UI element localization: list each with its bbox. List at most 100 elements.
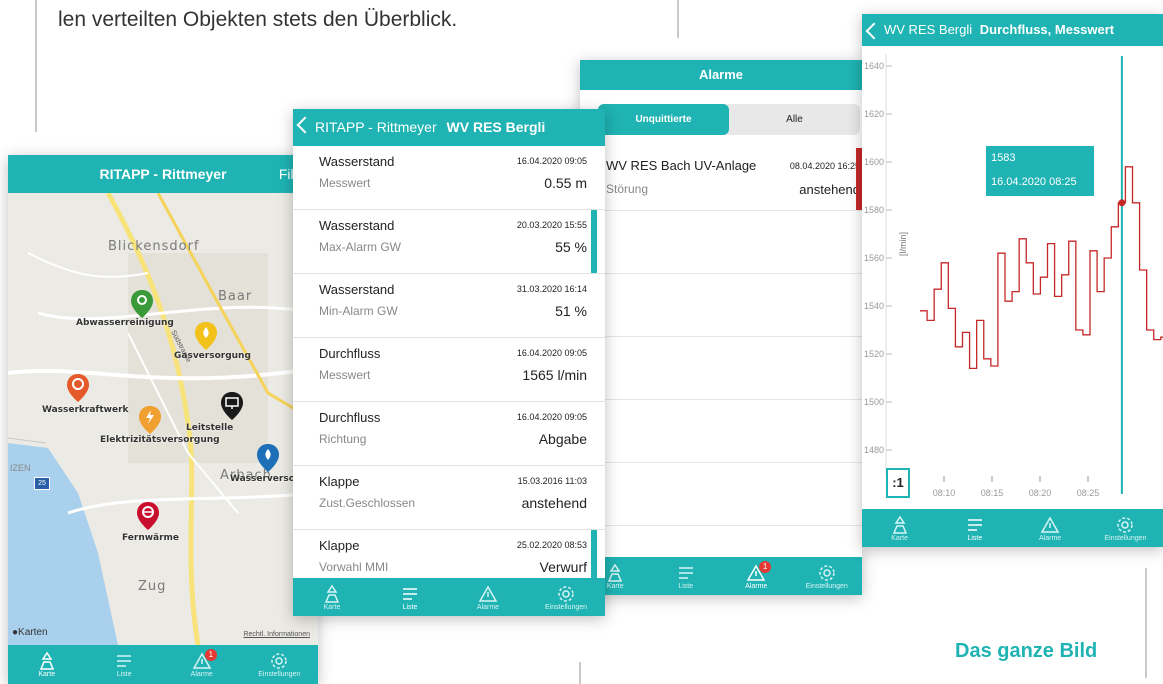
item-time: 16.04.2020 09:05	[516, 348, 587, 358]
tab-liste[interactable]: Liste	[86, 645, 164, 684]
item-value: anstehend	[521, 495, 587, 511]
tab-label: Liste	[116, 671, 132, 678]
back-chevron-icon[interactable]	[865, 22, 883, 40]
pin-leitstelle[interactable]	[220, 391, 244, 426]
tab-alarme[interactable]: Alarme 1	[163, 645, 241, 684]
tab-karte[interactable]: Karte	[8, 645, 86, 684]
maps-attribution: ●Karten	[12, 627, 48, 638]
item-value: 1565 l/min	[522, 367, 587, 383]
pin-label: Gasversorgung	[174, 351, 251, 361]
datapoint-list[interactable]: Wasserstand 16.04.2020 09:05 Messwert 0.55 …	[293, 146, 605, 578]
tab-label: Liste	[402, 603, 418, 611]
gear-icon	[819, 564, 835, 581]
y-tick-label: 1540	[864, 301, 884, 311]
list-item[interactable]: Wasserstand 20.03.2020 15:55 Max-Alarm GW 5…	[293, 210, 605, 274]
chart-title: Durchfluss, Messwert	[979, 22, 1115, 37]
alarm-time: 08.04.2020 16:25	[789, 161, 860, 171]
item-subtitle: Messwert	[319, 368, 371, 382]
tab-liste[interactable]: Liste	[371, 578, 449, 616]
x-tick-label: 08:25	[1077, 488, 1100, 498]
item-subtitle: Vorwahl MMI	[319, 560, 389, 574]
alarm-sub: Störung	[606, 182, 649, 196]
list-header: RITAPP - Rittmeyer WV RES Bergli	[293, 109, 605, 146]
maps-brand-label: Karten	[18, 627, 48, 638]
tab-alarme[interactable]: Alarme	[1013, 509, 1088, 547]
alarm-badge: 1	[759, 561, 772, 573]
tab-bar: Karte Liste Alarme 1 Einstellungen	[580, 557, 862, 595]
list-item[interactable]: Wasserstand 31.03.2020 16:14 Min-Alarm GW 5…	[293, 274, 605, 338]
tab-label: Karte	[38, 671, 56, 678]
link-icon	[131, 290, 153, 318]
list-icon	[967, 518, 982, 531]
alarm-state: anstehend	[799, 182, 860, 197]
list-item[interactable]: Klappe 25.02.2020 08:53 Vorwahl MMI Verwurf	[293, 530, 605, 578]
flow-chart[interactable]: 1480 1500 1520 1540 1560 1580 1600 1620 1640 [l/m…	[862, 46, 1163, 506]
legal-link[interactable]: Rechtl. Informationen	[243, 631, 310, 638]
alarm-badge: 1	[204, 649, 217, 661]
map-town-label: Zug	[138, 579, 167, 594]
list-item[interactable]: Durchfluss 16.04.2020 09:05 Richtung Abgabe	[293, 402, 605, 466]
chart-tooltip: 1583 16.04.2020 08:25	[986, 146, 1094, 196]
list-item[interactable]: Wasserstand 16.04.2020 09:05 Messwert 0.55 …	[293, 146, 605, 210]
map-icon	[39, 651, 54, 670]
item-name: Wasserstand	[319, 218, 395, 233]
alarm-title: Alarme	[698, 67, 744, 82]
bolt-icon	[139, 406, 161, 434]
map-town-label: Blickensdorf	[108, 239, 200, 254]
tab-bar: Karte Liste Alarme Einstellungen	[862, 509, 1163, 547]
list-icon	[678, 566, 693, 579]
back-button[interactable]: RITAPP - Rittmeyer	[315, 119, 437, 135]
tab-alarme[interactable]: Alarme 1	[721, 557, 792, 595]
alarm-row[interactable]: WV RES Bach UV-Anlage 08.04.2020 16:25 S…	[580, 148, 862, 211]
pin-wasserkraftwerk[interactable]	[66, 373, 90, 408]
tab-karte[interactable]: Karte	[862, 509, 937, 547]
list-item[interactable]: Klappe 15.03.2016 11:03 Zust.Geschlossen an…	[293, 466, 605, 530]
back-button[interactable]: WV RES Bergli	[884, 22, 972, 37]
y-tick-label: 1480	[864, 445, 884, 455]
x-tick-label: 08:15	[981, 488, 1004, 498]
pin-label: Wasserkraftwerk	[42, 405, 129, 415]
tab-liste[interactable]: Liste	[651, 557, 722, 595]
warning-icon	[1040, 515, 1060, 533]
empty-row	[580, 399, 862, 463]
pin-wasserversorgung[interactable]	[256, 443, 280, 478]
segment-unquittierte[interactable]: Unquittierte	[598, 104, 729, 135]
pin-label: Abwasserreinigung	[76, 318, 174, 328]
tab-einstellungen[interactable]: Einstellungen	[241, 645, 319, 684]
pin-fernwaerme[interactable]	[136, 501, 160, 536]
tab-alarme[interactable]: Alarme	[449, 578, 527, 616]
map-header: RITAPP - Rittmeyer Filter	[8, 155, 318, 193]
alarm-header: Alarme	[580, 60, 862, 90]
back-chevron-icon[interactable]	[296, 116, 314, 134]
map-screen: RITAPP - Rittmeyer Filter Blickensdorf B…	[8, 155, 318, 684]
section-title: Das ganze Bild	[955, 640, 1098, 662]
highlight-point	[1118, 199, 1126, 207]
empty-row	[580, 210, 862, 274]
item-subtitle: Zust.Geschlossen	[319, 496, 416, 510]
list-item[interactable]: Durchfluss 16.04.2020 09:05 Messwert 1565 l…	[293, 338, 605, 402]
zoom-label: :1	[892, 475, 904, 490]
zoom-indicator[interactable]: :1	[886, 468, 910, 498]
tab-einstellungen[interactable]: Einstellungen	[527, 578, 605, 616]
tab-liste[interactable]: Liste	[937, 509, 1012, 547]
scroll-indicator	[591, 530, 597, 578]
tab-einstellungen[interactable]: Einstellungen	[1088, 509, 1163, 547]
chart-header: WV RES Bergli Durchfluss, Messwert	[862, 14, 1163, 46]
item-value: Verwurf	[539, 559, 587, 575]
tab-bar: Karte Liste Alarme Einstellungen	[293, 578, 605, 616]
y-tick-label: 1500	[864, 397, 884, 407]
tab-label: Einstellungen	[544, 603, 588, 611]
scroll-indicator	[591, 210, 597, 273]
tab-karte[interactable]: Karte	[293, 578, 371, 616]
motorway-sign: 25	[34, 477, 50, 490]
empty-row	[580, 462, 862, 526]
tab-label: Liste	[678, 582, 694, 590]
y-tick-label: 1560	[864, 253, 884, 263]
map-view[interactable]: Blickensdorf Baar Arbach Zug Südstrasse …	[8, 193, 318, 645]
tab-einstellungen[interactable]: Einstellungen	[792, 557, 863, 595]
list-icon	[117, 655, 132, 667]
y-tick-label: 1640	[864, 61, 884, 71]
segment-alle[interactable]: Alle	[729, 104, 860, 135]
pin-label: Elektrizitätsversorgung	[100, 435, 220, 445]
drop-icon	[257, 444, 279, 472]
